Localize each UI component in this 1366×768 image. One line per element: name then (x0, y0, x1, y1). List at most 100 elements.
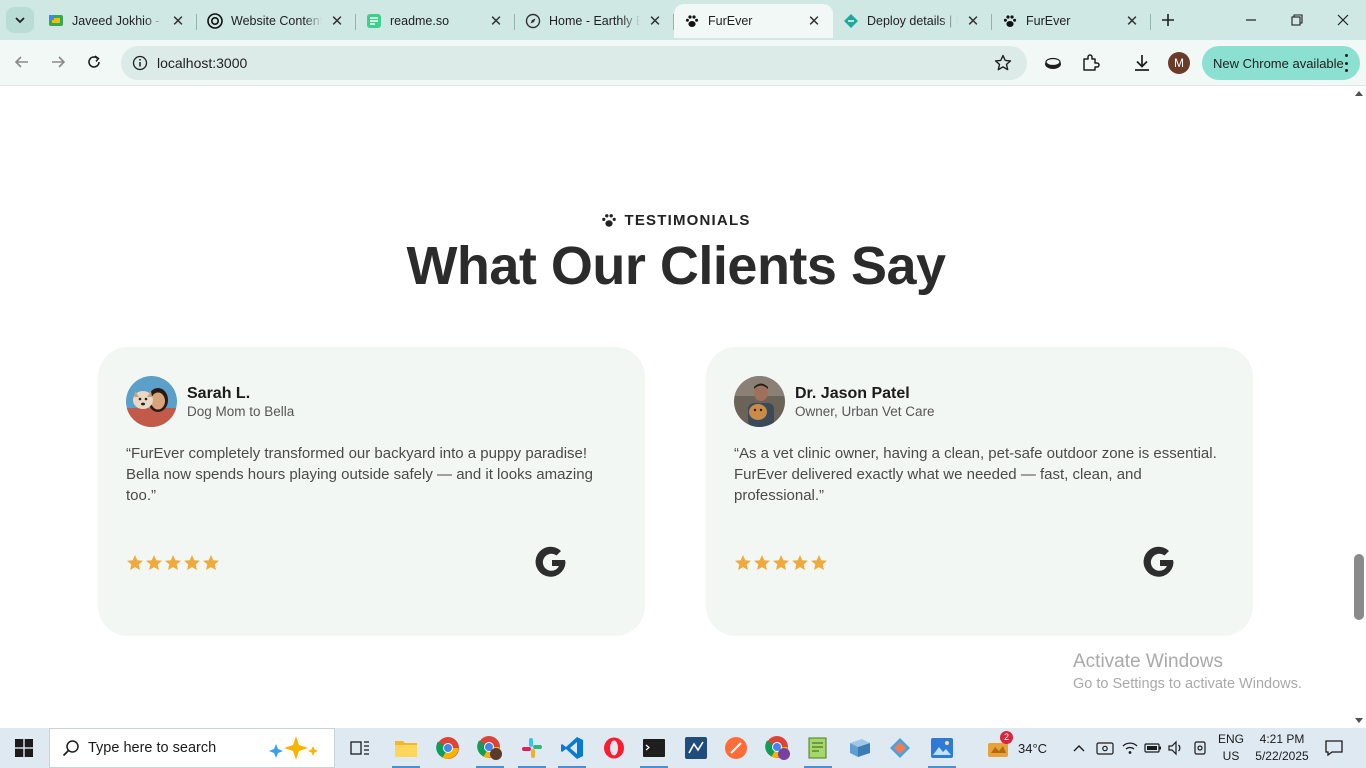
close-icon[interactable]: ✕ (805, 12, 823, 30)
page-scrollbar[interactable] (1352, 87, 1366, 728)
chrome-profile-app[interactable] (470, 728, 510, 768)
language-indicator[interactable]: ENG US (1214, 731, 1248, 765)
tray-volume[interactable] (1167, 728, 1185, 768)
tray-device[interactable] (1192, 728, 1208, 768)
bookmark-star-icon[interactable] (993, 53, 1013, 73)
profile-avatar[interactable]: M (1168, 52, 1190, 74)
star-rating (126, 554, 220, 572)
close-icon[interactable]: ✕ (646, 12, 664, 30)
close-icon[interactable]: ✕ (487, 12, 505, 30)
start-button[interactable] (0, 728, 48, 768)
tab-website-content[interactable]: Website Content ✕ (197, 4, 356, 38)
close-icon[interactable]: ✕ (1123, 12, 1141, 30)
postman-icon (725, 737, 747, 759)
minimize-button[interactable] (1228, 0, 1274, 40)
tab-strip: Javeed Jokhio - Goo ✕ Website Content ✕ … (0, 0, 1366, 40)
xampp-app[interactable] (840, 728, 880, 768)
extension-circle-icon[interactable] (1041, 51, 1065, 75)
slack-app[interactable] (512, 728, 552, 768)
taskbar-clock[interactable]: 4:21 PM 5/22/2025 (1250, 731, 1314, 765)
cube-icon (850, 739, 870, 757)
tab-title: Home - Earthly Escape (549, 14, 640, 28)
tray-meet-now[interactable] (1096, 728, 1114, 768)
testimonial-card: Sarah L. Dog Mom to Bella “FurEver compl… (98, 347, 645, 636)
netlify-icon (843, 13, 859, 29)
weather-widget[interactable]: 2 34°C (986, 728, 1047, 768)
star-icon (811, 555, 827, 570)
notepad-icon (808, 737, 827, 759)
terminal-app[interactable] (634, 728, 674, 768)
keyboard-layout: US (1222, 749, 1240, 763)
postman-app[interactable] (716, 728, 756, 768)
taskbar-search[interactable]: Type here to search (49, 728, 335, 768)
testimonial-card: Dr. Jason Patel Owner, Urban Vet Care “A… (706, 347, 1253, 636)
device-icon (1194, 741, 1206, 755)
weather-icon: 2 (986, 731, 1013, 759)
vscode-icon (561, 737, 583, 759)
section-title: What Our Clients Say (406, 236, 946, 296)
google-chat-icon (48, 13, 64, 29)
scroll-up-arrow-icon[interactable] (1355, 91, 1363, 96)
photo-icon (931, 738, 953, 758)
copilot-sparkle-icon[interactable] (266, 736, 326, 767)
tray-network[interactable] (1121, 728, 1139, 768)
opera-app[interactable] (594, 728, 634, 768)
star-icon (184, 555, 200, 570)
tab-earthly-escape[interactable]: Home - Earthly Escape ✕ (515, 4, 674, 38)
close-icon[interactable]: ✕ (328, 12, 346, 30)
more-vert-icon[interactable] (1344, 54, 1348, 72)
task-view-button[interactable] (340, 728, 380, 768)
tab-separator (1150, 14, 1151, 30)
photos-app[interactable] (922, 728, 962, 768)
tray-battery[interactable] (1144, 728, 1162, 768)
tab-search-button[interactable] (6, 7, 34, 33)
mysql-workbench-app[interactable] (676, 728, 716, 768)
scrollbar-thumb[interactable] (1354, 554, 1364, 620)
download-icon[interactable] (1130, 51, 1154, 75)
restore-button[interactable] (1274, 0, 1320, 40)
close-window-button[interactable] (1320, 0, 1366, 40)
tab-furever[interactable]: FurEver ✕ (992, 4, 1151, 38)
git-gui-app[interactable] (880, 728, 920, 768)
extensions-puzzle-icon[interactable] (1078, 51, 1102, 75)
chrome-app[interactable] (428, 728, 468, 768)
paw-icon (601, 213, 617, 228)
opera-icon (604, 737, 624, 759)
wifi-icon (1122, 742, 1138, 754)
vscode-app[interactable] (552, 728, 592, 768)
task-view-icon (350, 741, 369, 755)
site-info-icon[interactable] (131, 54, 149, 72)
star-icon (773, 555, 789, 570)
star-icon (735, 555, 751, 570)
scroll-down-arrow-icon[interactable] (1355, 718, 1363, 723)
temperature: 34°C (1018, 740, 1048, 756)
tab-readme-so[interactable]: readme.so ✕ (356, 4, 515, 38)
show-hidden-icons[interactable] (1072, 728, 1086, 768)
notepad-plus-plus-app[interactable] (798, 728, 838, 768)
file-explorer-app[interactable] (386, 728, 426, 768)
avatar (734, 376, 785, 427)
address-url[interactable]: localhost:3000 (157, 55, 247, 71)
tab-javeed-jokhio[interactable]: Javeed Jokhio - Goo ✕ (38, 4, 197, 38)
chrome-profile-m-app[interactable] (758, 728, 798, 768)
star-rating (734, 554, 828, 572)
back-button[interactable] (8, 48, 36, 76)
close-icon[interactable]: ✕ (169, 12, 187, 30)
reviewer-name: Dr. Jason Patel (795, 385, 910, 402)
slack-icon (522, 738, 542, 758)
reload-button[interactable] (80, 48, 108, 76)
notification-center-button[interactable] (1324, 728, 1344, 768)
tab-furever-active[interactable]: FurEver ✕ (674, 4, 833, 38)
address-bar[interactable]: localhost:3000 (121, 46, 1027, 80)
forward-button[interactable] (44, 48, 72, 76)
tab-netlify-deploy[interactable]: Deploy details | Netlify ✕ (833, 4, 992, 38)
database-icon (685, 737, 707, 759)
new-tab-button[interactable] (1153, 5, 1183, 35)
new-chrome-available-button[interactable]: New Chrome available (1202, 46, 1360, 80)
readme-so-icon (366, 13, 382, 29)
paw-icon (1002, 13, 1018, 29)
chrome-icon (477, 736, 502, 760)
windows-logo-icon (15, 739, 33, 757)
close-icon[interactable]: ✕ (964, 12, 982, 30)
paw-icon (684, 13, 700, 29)
